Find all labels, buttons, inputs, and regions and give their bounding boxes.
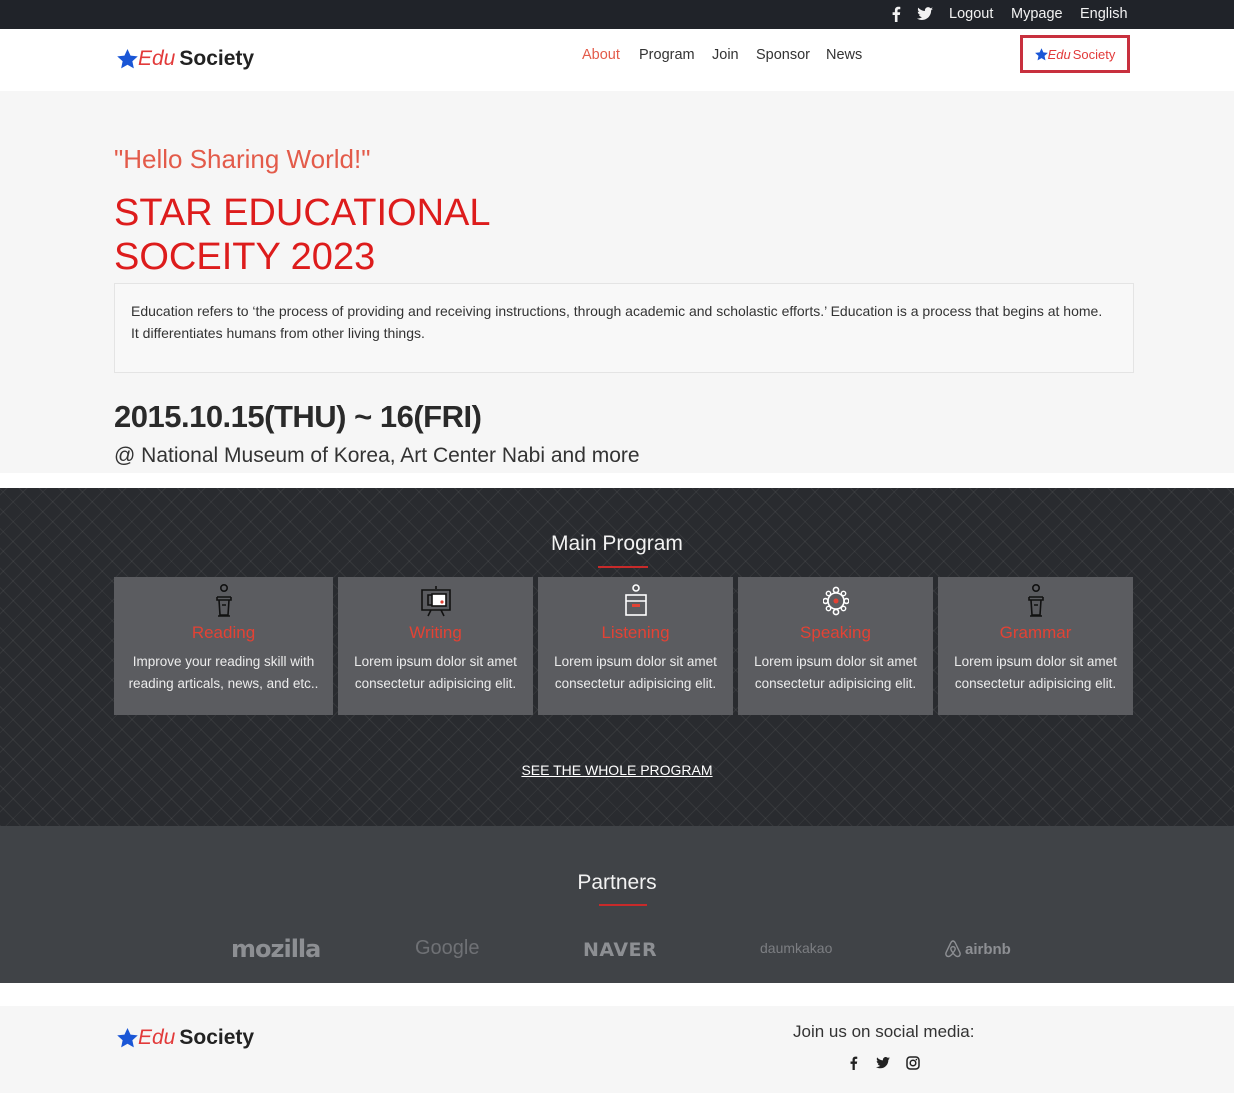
nav-program[interactable]: Program	[639, 47, 695, 63]
badge-edu-text: Edu	[1047, 46, 1071, 62]
event-venue: @ National Museum of Korea, Art Center N…	[114, 444, 640, 467]
program-card-speaking[interactable]: Speaking Lorem ipsum dolor sit amet cons…	[738, 577, 933, 715]
twitter-icon[interactable]	[917, 7, 933, 21]
see-whole-program-link[interactable]: SEE THE WHOLE PROGRAM	[0, 762, 1234, 778]
badge-society-text: Society	[1072, 46, 1116, 62]
card-desc-line2: consectetur adipisicing elit.	[354, 676, 517, 691]
card-title: Listening	[601, 623, 670, 642]
logo-edu-text: Edu	[138, 1026, 176, 1049]
listening-box-icon	[624, 584, 647, 616]
partner-logo-airbnb[interactable]: airbnb	[943, 939, 1011, 959]
footer-logo[interactable]: Edu Society	[117, 1026, 254, 1050]
logo-society-text: Society	[179, 1026, 255, 1049]
brand-badge-button[interactable]: Edu Society	[1020, 35, 1130, 73]
presentation-board-icon	[420, 586, 451, 617]
language-link[interactable]: English	[1080, 6, 1128, 22]
nav-about[interactable]: About	[582, 47, 620, 63]
title-underline	[598, 566, 648, 568]
card-desc-line1: Lorem ipsum dolor sit amet	[554, 654, 717, 669]
instagram-icon[interactable]	[906, 1056, 920, 1070]
program-card-reading[interactable]: Reading Improve your reading skill with …	[114, 577, 333, 715]
title-underline	[599, 904, 647, 906]
partner-logo-google[interactable]: Google	[415, 937, 480, 960]
hero-description: Education refers to ‘the process of prov…	[114, 283, 1134, 373]
hero-title-line2: SOCEITY 2023	[114, 236, 376, 278]
mypage-link[interactable]: Mypage	[1011, 6, 1063, 22]
facebook-icon[interactable]	[849, 1056, 858, 1070]
footer: Edu Society Join us on social media:	[0, 1006, 1234, 1093]
site-logo[interactable]: Edu Society	[117, 47, 254, 71]
card-desc-line2: consectetur adipisicing elit.	[554, 676, 717, 691]
card-title: Grammar	[999, 623, 1072, 642]
card-desc-line1: Lorem ipsum dolor sit amet	[754, 654, 917, 669]
airbnb-text: airbnb	[965, 940, 1011, 958]
card-desc-line2: reading articals, news, and etc..	[128, 676, 319, 691]
partner-logo-naver[interactable]: NAVER	[583, 939, 657, 961]
card-desc-line1: Improve your reading skill with	[132, 654, 315, 669]
logo-edu-text: Edu	[138, 47, 176, 70]
hero-title: STAR EDUCATIONAL SOCEITY 2023	[114, 191, 614, 279]
star-icon	[1034, 47, 1048, 60]
card-description: Lorem ipsum dolor sit amet consectetur a…	[744, 651, 927, 695]
main-program-section: Main Program Reading Improve your readin…	[0, 488, 1234, 826]
card-title: Writing	[409, 623, 462, 642]
hero-section: "Hello Sharing World!" STAR EDUCATIONAL …	[0, 91, 1234, 473]
header: Edu Society About Program Join Sponsor N…	[0, 29, 1234, 91]
card-description: Lorem ipsum dolor sit amet consectetur a…	[944, 651, 1127, 695]
top-bar: Logout Mypage English	[0, 0, 1234, 29]
description-line2: It differentiates humans from other livi…	[131, 325, 425, 341]
card-title: Speaking	[800, 623, 871, 642]
logo-society-text: Society	[179, 47, 255, 70]
card-description: Lorem ipsum dolor sit amet consectetur a…	[344, 651, 527, 695]
podium-icon	[215, 583, 232, 617]
partner-logo-daumkakao[interactable]: daumkakao	[760, 940, 832, 956]
program-card-writing[interactable]: Writing Lorem ipsum dolor sit amet conse…	[338, 577, 533, 715]
card-desc-line1: Lorem ipsum dolor sit amet	[954, 654, 1117, 669]
card-description: Lorem ipsum dolor sit amet consectetur a…	[544, 651, 727, 695]
program-card-grammar[interactable]: Grammar Lorem ipsum dolor sit amet conse…	[938, 577, 1133, 715]
facebook-icon[interactable]	[891, 6, 901, 22]
podium-icon	[1027, 583, 1044, 617]
network-icon	[822, 586, 849, 616]
description-line1: Education refers to ‘the process of prov…	[131, 303, 1103, 319]
nav-news[interactable]: News	[826, 47, 862, 63]
nav-join[interactable]: Join	[712, 47, 739, 63]
star-icon	[117, 1028, 138, 1048]
program-card-listening[interactable]: Listening Lorem ipsum dolor sit amet con…	[538, 577, 733, 715]
partners-section-title: Partners	[577, 871, 657, 894]
logout-link[interactable]: Logout	[949, 6, 993, 22]
twitter-icon[interactable]	[876, 1056, 890, 1070]
program-section-title: Main Program	[551, 532, 683, 555]
airbnb-icon	[945, 940, 961, 958]
card-desc-line1: Lorem ipsum dolor sit amet	[354, 654, 517, 669]
hero-tagline: "Hello Sharing World!"	[114, 144, 371, 174]
card-title: Reading	[191, 623, 256, 642]
hero-title-line1: STAR EDUCATIONAL	[114, 192, 491, 234]
card-description: Improve your reading skill with reading …	[120, 651, 327, 695]
event-date: 2015.10.15(THU) ~ 16(FRI)	[114, 399, 482, 434]
nav-sponsor[interactable]: Sponsor	[756, 47, 810, 63]
card-desc-line2: consectetur adipisicing elit.	[954, 676, 1117, 691]
partners-section: Partners mozilla Google NAVER daumkakao …	[0, 826, 1234, 983]
join-social-text: Join us on social media:	[793, 1022, 975, 1041]
card-desc-line2: consectetur adipisicing elit.	[754, 676, 917, 691]
partner-logo-mozilla[interactable]: mozilla	[231, 935, 321, 963]
star-icon	[117, 49, 138, 69]
